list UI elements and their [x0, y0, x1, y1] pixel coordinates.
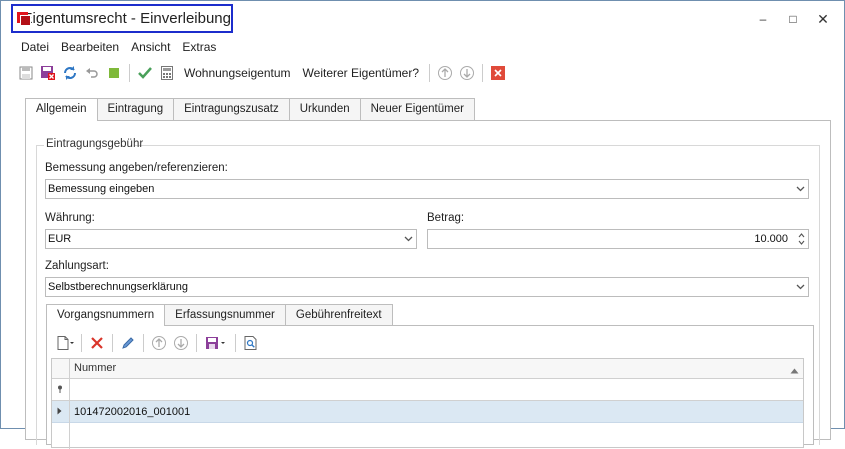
tab-eintragungszusatz[interactable]: Eintragungszusatz — [173, 98, 290, 120]
menu-bearbeiten[interactable]: Bearbeiten — [55, 38, 125, 56]
tab-eintragung[interactable]: Eintragung — [96, 98, 175, 120]
spinner-arrows-icon[interactable] — [794, 230, 808, 248]
sort-ascending-icon — [790, 363, 799, 377]
delete-icon[interactable] — [86, 332, 108, 354]
sub-tabs: Vorgangsnummern Erfassungsnummer Gebühre… — [46, 304, 393, 326]
column-header-nummer[interactable]: Nummer — [74, 362, 116, 374]
filter-row[interactable] — [52, 379, 803, 401]
chevron-down-icon[interactable] — [792, 278, 808, 296]
waehrung-value: EUR — [48, 233, 72, 245]
betrag-value: 10.000 — [754, 233, 788, 245]
tab-panel-allgemein: Eintragungsgebühr Bemessung angeben/refe… — [25, 120, 831, 449]
tab-erfassungsnummer[interactable]: Erfassungsnummer — [164, 304, 286, 325]
waehrung-label: Währung: — [45, 212, 95, 224]
check-icon[interactable] — [134, 62, 156, 84]
title-highlight: Eigentumsrecht - Einverleibung — [11, 4, 233, 33]
toolbar-separator — [112, 334, 113, 352]
menu-bar: Datei Bearbeiten Ansicht Extras — [1, 38, 222, 56]
toolbar-separator — [482, 64, 484, 82]
bemessung-label: Bemessung angeben/referenzieren: — [45, 162, 228, 174]
bemessung-combo[interactable]: Bemessung eingeben — [45, 179, 809, 199]
window-controls: – □ ✕ — [748, 9, 838, 29]
vorgangsnummern-grid: Nummer 101472002016_001001 — [51, 358, 804, 449]
menu-ansicht[interactable]: Ansicht — [125, 38, 176, 56]
save-close-icon[interactable] — [37, 62, 59, 84]
tab-vorgangsnummern[interactable]: Vorgangsnummern — [46, 304, 166, 326]
menu-datei[interactable]: Datei — [15, 38, 55, 56]
stop-icon[interactable] — [103, 62, 125, 84]
row-indicator-column — [52, 359, 70, 449]
cancel-icon[interactable] — [487, 62, 509, 84]
move-down-icon[interactable] — [170, 332, 192, 354]
chevron-down-icon[interactable] — [792, 180, 808, 198]
weiterer-eigentuemer-button[interactable]: Weiterer Eigentümer? — [297, 62, 426, 84]
toolbar-separator — [196, 334, 197, 352]
toolbar-separator — [81, 334, 82, 352]
undo-icon[interactable] — [81, 62, 103, 84]
minimize-button[interactable]: – — [748, 9, 778, 29]
toolbar: Wohnungseigentum Weiterer Eigentümer? — [15, 61, 509, 85]
zahlungsart-label: Zahlungsart: — [45, 260, 109, 272]
bemessung-value: Bemessung eingeben — [48, 183, 155, 195]
toolbar-separator — [143, 334, 144, 352]
zahlungsart-value: Selbstberechnungserklärung — [48, 281, 189, 293]
move-up-icon[interactable] — [148, 332, 170, 354]
grid-toolbar — [55, 332, 262, 354]
search-document-icon[interactable] — [240, 332, 262, 354]
toolbar-separator — [129, 64, 130, 82]
main-window: Eigentumsrecht - Einverleibung – □ ✕ Dat… — [0, 0, 845, 449]
waehrung-combo[interactable]: EUR — [45, 229, 417, 249]
group-title: Eintragungsgebühr — [46, 138, 144, 150]
move-up-icon[interactable] — [434, 62, 456, 84]
calculator-icon[interactable] — [156, 62, 178, 84]
group-frame — [36, 145, 44, 146]
chevron-down-icon[interactable] — [400, 230, 416, 248]
tab-gebuehrenfreitext[interactable]: Gebührenfreitext — [284, 304, 393, 325]
toolbar-separator — [235, 334, 236, 352]
close-button[interactable]: ✕ — [808, 9, 838, 29]
maximize-button[interactable]: □ — [778, 9, 808, 29]
group-frame — [819, 145, 820, 445]
tab-allgemein[interactable]: Allgemein — [25, 98, 98, 121]
sub-panel-vorgangsnummern: Nummer 101472002016_001001 — [46, 325, 814, 449]
table-row[interactable]: 101472002016_001001 — [52, 401, 803, 423]
betrag-spinner[interactable]: 10.000 — [427, 229, 809, 249]
menu-extras[interactable]: Extras — [176, 38, 222, 56]
betrag-label: Betrag: — [427, 212, 465, 224]
title-bar: Eigentumsrecht - Einverleibung – □ ✕ — [1, 1, 844, 37]
window-title: Eigentumsrecht - Einverleibung — [22, 10, 231, 27]
zahlungsart-combo[interactable]: Selbstberechnungserklärung — [45, 277, 809, 297]
app-icon — [17, 11, 31, 26]
group-frame — [134, 145, 820, 146]
edit-pencil-icon[interactable] — [117, 332, 139, 354]
grid-header: Nummer — [52, 359, 803, 379]
save-icon[interactable] — [15, 62, 37, 84]
save-dropdown-icon[interactable] — [201, 332, 231, 354]
main-tabs: Allgemein Eintragung Eintragungszusatz U… — [25, 98, 475, 121]
tab-urkunden[interactable]: Urkunden — [288, 98, 361, 120]
toolbar-separator — [429, 64, 431, 82]
refresh-icon[interactable] — [59, 62, 81, 84]
tab-neuer-eigentuemer[interactable]: Neuer Eigentümer — [359, 98, 475, 120]
move-down-icon[interactable] — [456, 62, 478, 84]
new-document-icon[interactable] — [55, 332, 77, 354]
group-frame — [36, 145, 37, 445]
wohnungseigentum-button[interactable]: Wohnungseigentum — [178, 62, 297, 84]
cell-nummer: 101472002016_001001 — [74, 406, 191, 418]
